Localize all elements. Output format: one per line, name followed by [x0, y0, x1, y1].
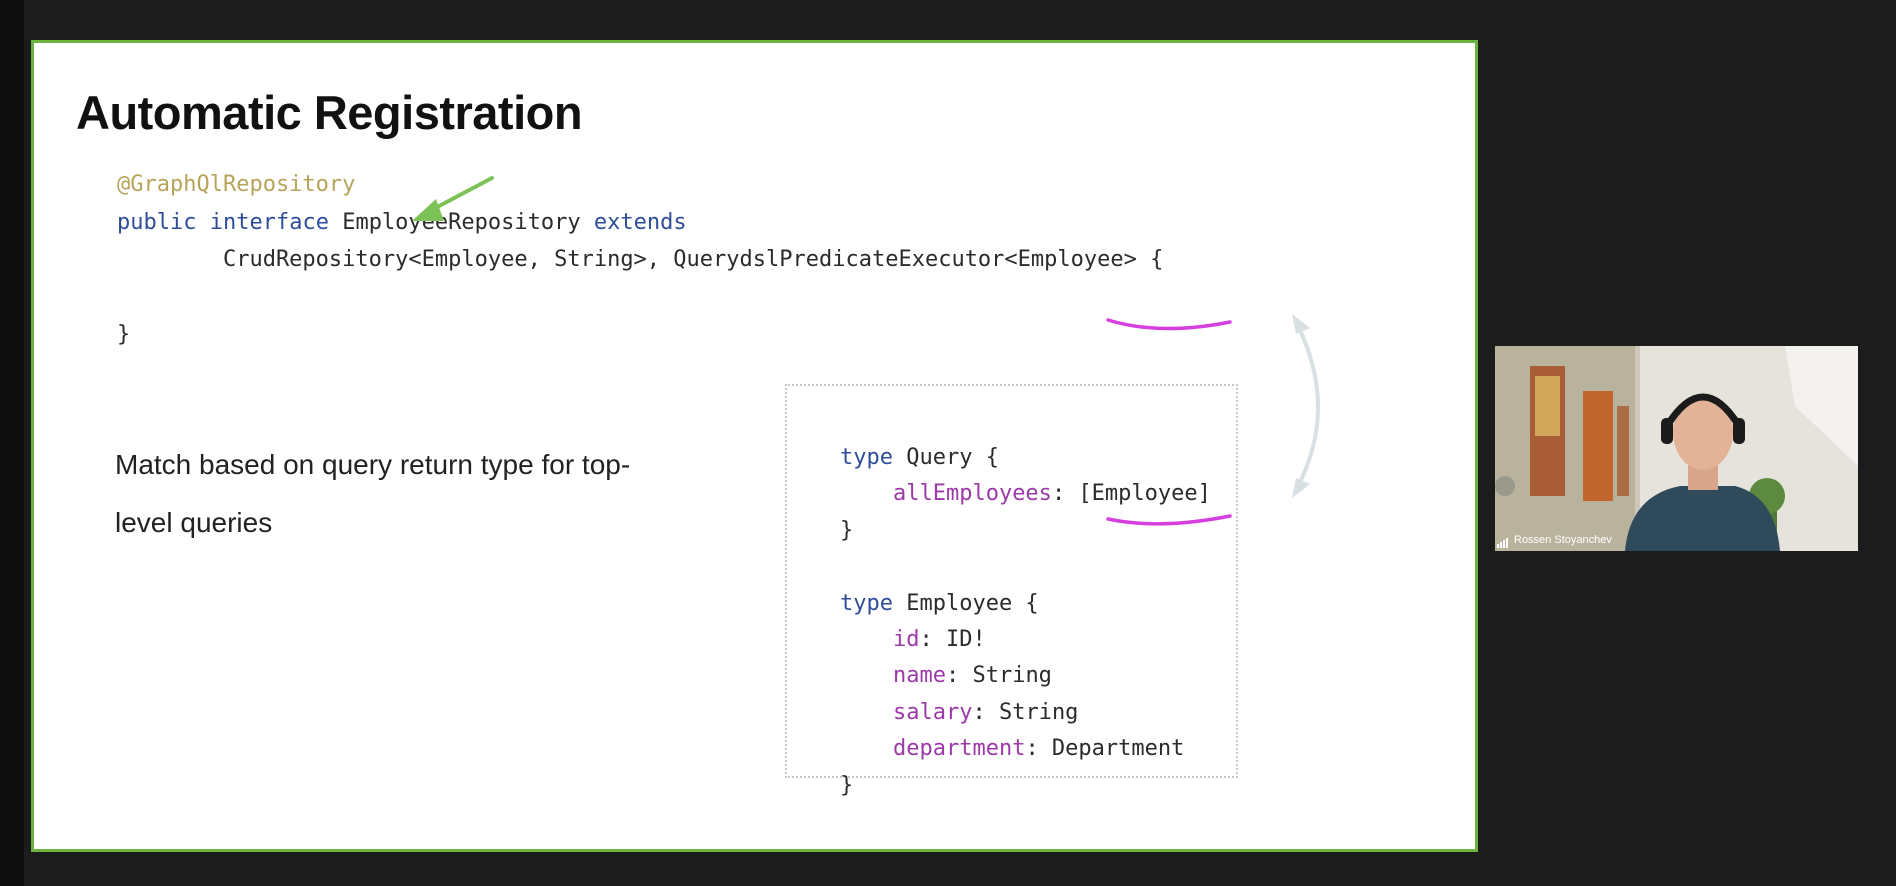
code-keyword-public: public — [117, 209, 197, 235]
schema-field-allemployees-type: : [Employee] — [1051, 481, 1211, 507]
participant-avatar — [1495, 346, 1858, 551]
schema-field-type: : String — [945, 663, 1052, 689]
slide-description: Match based on query return type for top… — [115, 449, 631, 538]
code-snippet: @GraphQlRepository public interface Emplo… — [117, 166, 1163, 354]
schema-keyword-type: type — [840, 590, 893, 616]
schema-field-name: id — [892, 626, 920, 652]
participant-name: Rossen Stoyanchev — [1514, 534, 1612, 546]
code-keyword-extends: extends — [593, 209, 687, 235]
participant-video[interactable] — [1495, 346, 1858, 551]
code-annotation: @GraphQlRepository — [117, 172, 356, 197]
schema-field-name: name — [892, 663, 946, 689]
schema-field-name: salary — [892, 699, 973, 725]
schema-close-brace: } — [840, 772, 854, 798]
schema-field-allemployees: allEmployees — [892, 481, 1052, 507]
slide-title: Automatic Registration — [76, 86, 583, 139]
schema-query-decl: Query { — [892, 445, 999, 470]
schema-keyword-type: type — [840, 445, 893, 470]
code-extends-line: CrudRepository<Employee, String>, Queryd… — [117, 247, 1164, 272]
code-closing-brace: } — [117, 322, 131, 347]
code-keyword-interface: interface — [209, 209, 329, 235]
schema-employee-decl: Employee { — [892, 590, 1039, 616]
schema-field-name: department — [892, 736, 1026, 762]
schema-field-type: : String — [972, 699, 1079, 725]
schema-field-type: : Department — [1025, 736, 1185, 762]
schema-close-brace: } — [840, 517, 854, 543]
code-interface-name: EmployeeRepository — [328, 209, 594, 235]
graphql-schema: type Query { allEmployees: [Employee]} ty… — [840, 440, 1211, 804]
window-edge — [0, 0, 24, 886]
schema-field-type: : ID! — [919, 626, 986, 652]
